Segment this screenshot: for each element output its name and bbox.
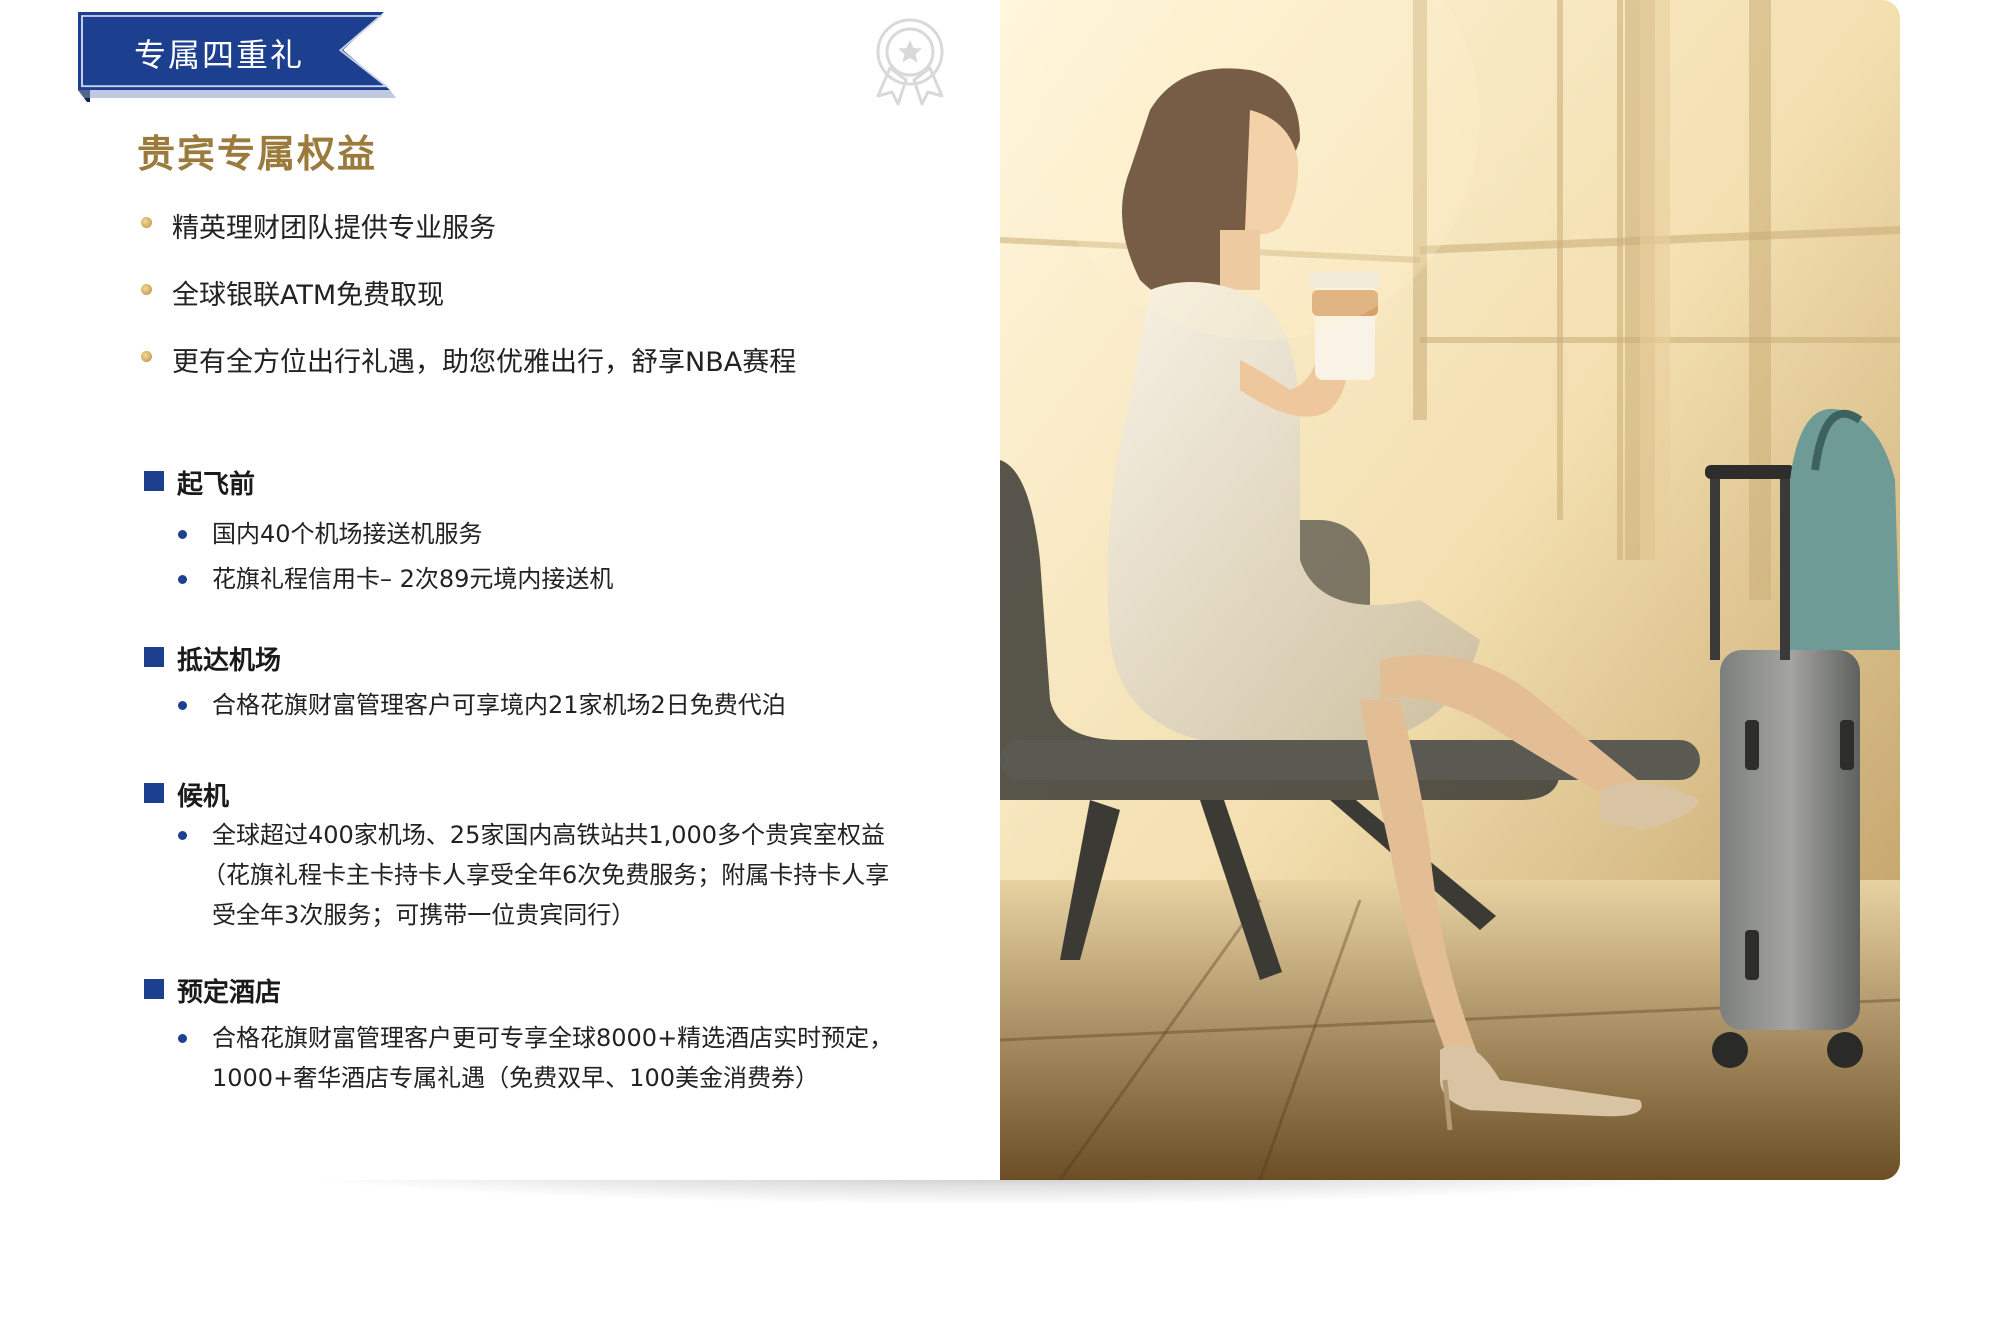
square-bullet-icon bbox=[144, 471, 164, 491]
category-item: 合格花旗财富管理客户可享境内21家机场2日免费代泊 bbox=[212, 691, 786, 719]
square-bullet-icon bbox=[144, 783, 164, 803]
category-item-line: 全球超过400家机场、25家国内高铁站共1,000多个贵宾室权益 bbox=[212, 821, 886, 849]
square-bullet-icon bbox=[144, 647, 164, 667]
dot-bullet-icon bbox=[178, 701, 187, 710]
category-item: 国内40个机场接送机服务 bbox=[212, 520, 483, 548]
ribbon-banner: 专属四重礼 bbox=[78, 12, 398, 106]
dot-bullet-icon bbox=[178, 530, 187, 539]
category-item-line: 1000+奢华酒店专属礼遇（免费双早、100美金消费券） bbox=[212, 1064, 819, 1092]
dot-bullet-icon bbox=[178, 1034, 187, 1043]
section-title: 贵宾专属权益 bbox=[137, 132, 378, 176]
category-item-line: （花旗礼程卡主卡持卡人享受全年6次免费服务；附属卡持卡人享 bbox=[202, 861, 890, 889]
bullet-icon bbox=[141, 284, 152, 295]
bullet-icon bbox=[141, 217, 152, 228]
benefit-item: 全球银联ATM免费取现 bbox=[172, 280, 445, 311]
benefits-card: 专属四重礼 贵宾专属权益 精英理财团队提供专业服务 全球银联ATM免费取现 更有… bbox=[0, 0, 1900, 1180]
benefit-item: 精英理财团队提供专业服务 bbox=[172, 213, 496, 244]
category-title: 起飞前 bbox=[177, 470, 256, 500]
dot-bullet-icon bbox=[178, 831, 187, 840]
award-badge-icon bbox=[876, 18, 944, 106]
dot-bullet-icon bbox=[178, 575, 187, 584]
category-item-line: 合格花旗财富管理客户更可专享全球8000+精选酒店实时预定， bbox=[212, 1024, 894, 1052]
category-title: 抵达机场 bbox=[177, 646, 282, 676]
benefit-item: 更有全方位出行礼遇，助您优雅出行，舒享NBA赛程 bbox=[172, 347, 797, 378]
airport-lounge-photo bbox=[1000, 0, 1900, 1180]
square-bullet-icon bbox=[144, 979, 164, 999]
bullet-icon bbox=[141, 351, 152, 362]
category-item: 花旗礼程信用卡– 2次89元境内接送机 bbox=[212, 565, 614, 593]
lounge-illustration bbox=[1000, 0, 1900, 1180]
category-item-line: 受全年3次服务；可携带一位贵宾同行） bbox=[212, 901, 636, 929]
category-title: 候机 bbox=[177, 782, 230, 812]
category-title: 预定酒店 bbox=[177, 978, 282, 1008]
ribbon-label: 专属四重礼 bbox=[134, 36, 305, 74]
